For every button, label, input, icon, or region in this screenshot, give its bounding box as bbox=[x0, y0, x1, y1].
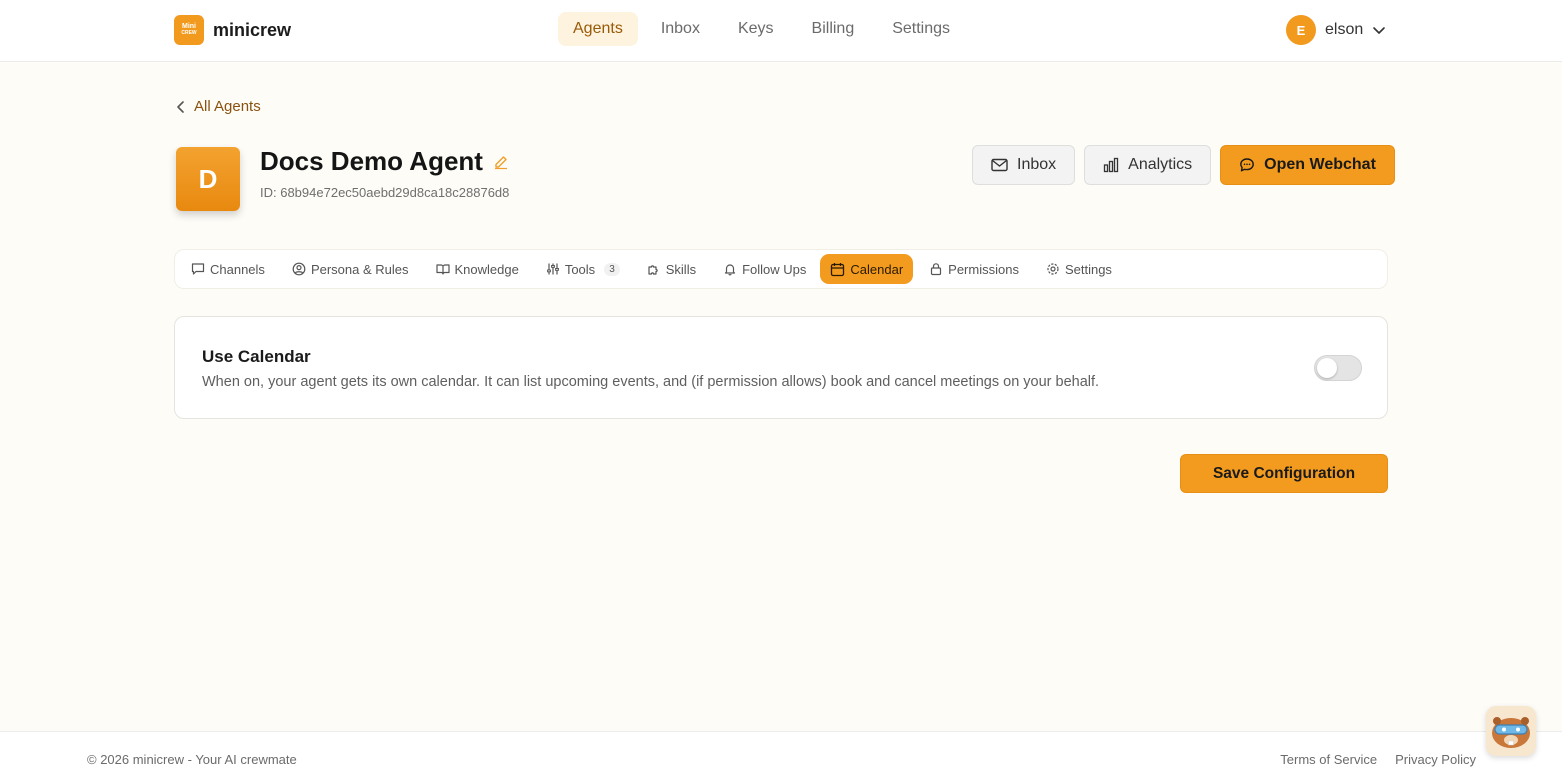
sliders-icon bbox=[546, 263, 559, 275]
tab-tools-label: Tools bbox=[564, 261, 596, 277]
agent-title-row: Docs Demo Agent bbox=[260, 146, 509, 177]
mascot-assistant-button[interactable] bbox=[1486, 706, 1536, 756]
toggle-knob bbox=[1317, 358, 1337, 378]
inbox-button-label: Inbox bbox=[1017, 156, 1057, 173]
user-circle-icon bbox=[292, 262, 306, 276]
footer: © 2026 minicrew - Your AI crewmate Terms… bbox=[0, 731, 1562, 784]
inbox-button[interactable]: Inbox bbox=[972, 145, 1076, 185]
gear-icon bbox=[1047, 263, 1059, 275]
brand-logo-line1: Mini bbox=[182, 23, 196, 30]
tab-skills-label: Skills bbox=[665, 261, 697, 277]
terms-of-service-link[interactable]: Terms of Service bbox=[1280, 752, 1377, 767]
agent-name: Docs Demo Agent bbox=[260, 146, 483, 176]
mascot-icon bbox=[1492, 717, 1530, 748]
tab-tools[interactable]: Tools 3 bbox=[546, 254, 620, 284]
user-menu[interactable]: E elson bbox=[1286, 15, 1386, 45]
brand-logo-line2: CREW bbox=[181, 30, 197, 36]
open-webchat-button[interactable]: Open Webchat bbox=[1220, 145, 1395, 185]
tab-knowledge-label: Knowledge bbox=[454, 261, 519, 277]
privacy-policy-link[interactable]: Privacy Policy bbox=[1395, 752, 1476, 767]
main-nav: Agents Inbox Keys Billing Settings bbox=[558, 12, 973, 46]
agent-id: ID: 68b94e72ec50aebd29d8ca18c28876d8 bbox=[260, 185, 510, 200]
use-calendar-title: Use Calendar bbox=[202, 347, 311, 366]
tab-skills[interactable]: Skills bbox=[647, 254, 696, 284]
footer-copyright: © 2026 minicrew - Your AI crewmate bbox=[87, 752, 297, 767]
tab-calendar[interactable]: Calendar bbox=[820, 254, 914, 284]
chevron-down-icon bbox=[1373, 27, 1386, 34]
tab-settings[interactable]: Settings bbox=[1046, 254, 1112, 284]
agent-tabs: Channels Persona & Rules Knowledge Tools… bbox=[174, 249, 1388, 289]
tab-follow-ups[interactable]: Follow Ups bbox=[723, 254, 806, 284]
use-calendar-description: When on, your agent gets its own calenda… bbox=[202, 374, 1100, 390]
bar-chart-icon bbox=[1103, 157, 1119, 173]
book-open-icon bbox=[435, 264, 450, 275]
tools-count-badge: 3 bbox=[604, 262, 620, 276]
chat-bubble-icon bbox=[1240, 158, 1255, 172]
save-configuration-button[interactable]: Save Configuration bbox=[1180, 454, 1388, 493]
tab-settings-label: Settings bbox=[1064, 261, 1112, 277]
tab-persona-rules-label: Persona & Rules bbox=[310, 261, 409, 277]
analytics-button[interactable]: Analytics bbox=[1084, 145, 1212, 185]
tab-permissions[interactable]: Permissions bbox=[929, 254, 1019, 284]
mail-icon bbox=[991, 158, 1008, 172]
message-square-icon bbox=[191, 263, 205, 275]
back-link-label: All Agents bbox=[194, 98, 261, 115]
brand[interactable]: Mini CREW minicrew bbox=[174, 15, 291, 45]
nav-billing[interactable]: Billing bbox=[797, 12, 870, 46]
use-calendar-card: Use Calendar When on, your agent gets it… bbox=[174, 316, 1388, 419]
bell-icon bbox=[724, 264, 736, 276]
tab-persona-rules[interactable]: Persona & Rules bbox=[292, 254, 409, 284]
tab-follow-ups-label: Follow Ups bbox=[742, 261, 807, 277]
calendar-icon bbox=[831, 262, 845, 276]
brand-name: minicrew bbox=[213, 19, 292, 40]
nav-settings[interactable]: Settings bbox=[877, 12, 965, 46]
user-name: elson bbox=[1325, 21, 1364, 38]
use-calendar-toggle[interactable] bbox=[1314, 355, 1362, 381]
edit-icon[interactable] bbox=[493, 154, 509, 170]
tab-channels-label: Channels bbox=[210, 261, 265, 277]
nav-inbox[interactable]: Inbox bbox=[646, 12, 715, 46]
tab-permissions-label: Permissions bbox=[948, 261, 1019, 277]
tab-channels[interactable]: Channels bbox=[191, 254, 265, 284]
analytics-button-label: Analytics bbox=[1128, 156, 1193, 173]
chevron-left-icon bbox=[177, 100, 184, 113]
nav-keys[interactable]: Keys bbox=[723, 12, 789, 46]
lock-icon bbox=[931, 263, 942, 276]
header-actions: Inbox Analytics Open Webchat bbox=[972, 145, 1395, 185]
tab-calendar-label: Calendar bbox=[850, 261, 904, 277]
open-webchat-button-label: Open Webchat bbox=[1264, 156, 1376, 173]
puzzle-icon bbox=[648, 265, 658, 275]
footer-links: Terms of Service Privacy Policy bbox=[1280, 752, 1476, 767]
back-to-all-agents-link[interactable]: All Agents bbox=[175, 98, 261, 115]
tab-knowledge[interactable]: Knowledge bbox=[435, 254, 519, 284]
top-navigation-bar: Mini CREW minicrew Agents Inbox Keys Bil… bbox=[0, 0, 1562, 62]
user-avatar: E bbox=[1286, 15, 1316, 45]
agent-avatar: D bbox=[176, 147, 240, 211]
brand-logo: Mini CREW bbox=[174, 15, 204, 45]
nav-agents[interactable]: Agents bbox=[558, 12, 638, 46]
